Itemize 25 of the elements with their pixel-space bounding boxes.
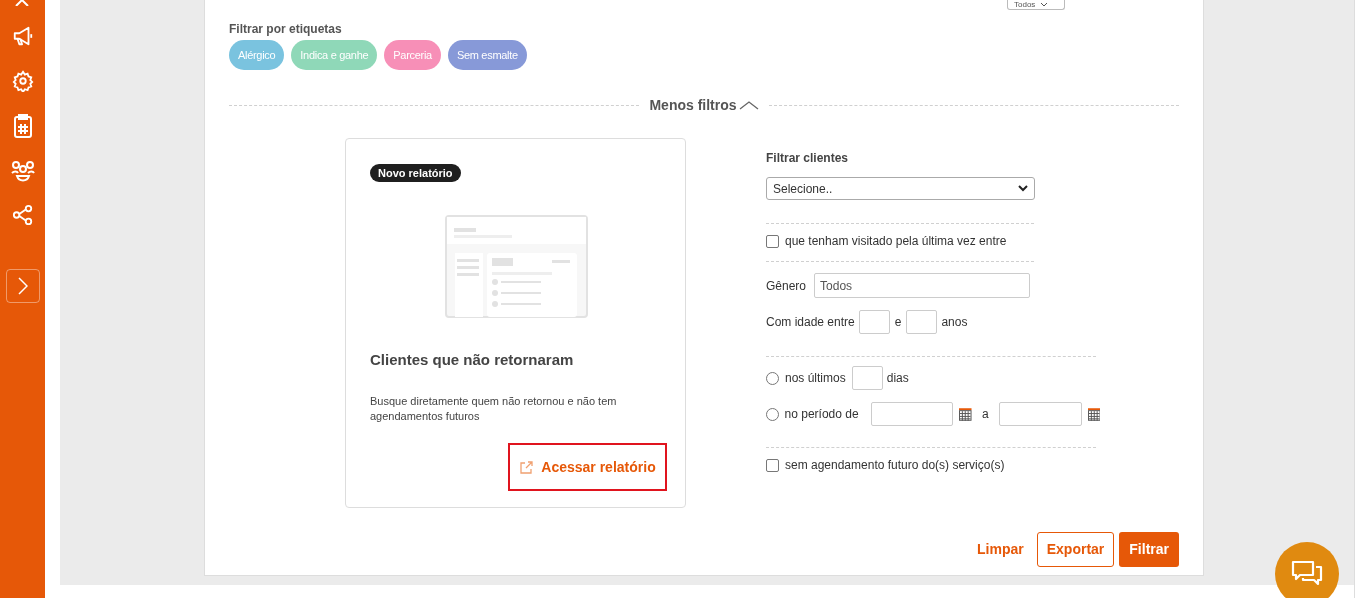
age-separator: e [893,314,903,331]
age-suffix: anos [941,314,968,331]
tag-chip[interactable]: Parceria [384,40,441,70]
age-label: Com idade entre [766,314,855,331]
export-button[interactable]: Exportar [1036,532,1115,567]
clear-link[interactable]: Limpar [969,532,1032,567]
tag-chip[interactable]: Sem esmalte [447,40,527,70]
new-badge: Novo relatório [370,164,461,182]
days-suffix: dias [886,370,909,387]
select-field[interactable]: Todos [1007,0,1065,10]
filter-button[interactable]: Filtrar [1119,532,1179,567]
filters-toggle[interactable]: Menos filtros [639,94,769,116]
checkbox-label: que tenham visitado pela última vez entre [785,233,1007,250]
range-separator: a [981,406,990,423]
filter-clients-label: Filtrar clientes [766,150,850,166]
access-report-link[interactable]: Acessar relatório [508,443,667,491]
report-description: Busque diretamente quem não retornou e não tem agendamentos futuros [370,394,618,424]
tag-filter-label: Filtrar por etiquetas [229,22,343,36]
report-title: Clientes que não retornaram [370,350,574,370]
gender-label: Gênero [766,277,807,295]
option-label: no período de [784,406,859,423]
checkbox-label: sem agendamento futuro do(s) serviço(s) [785,457,1005,474]
client-select[interactable]: Selecione.. [766,177,1035,200]
option-label: nos últimos [785,370,846,387]
gender-field[interactable]: Todos [814,273,1031,298]
